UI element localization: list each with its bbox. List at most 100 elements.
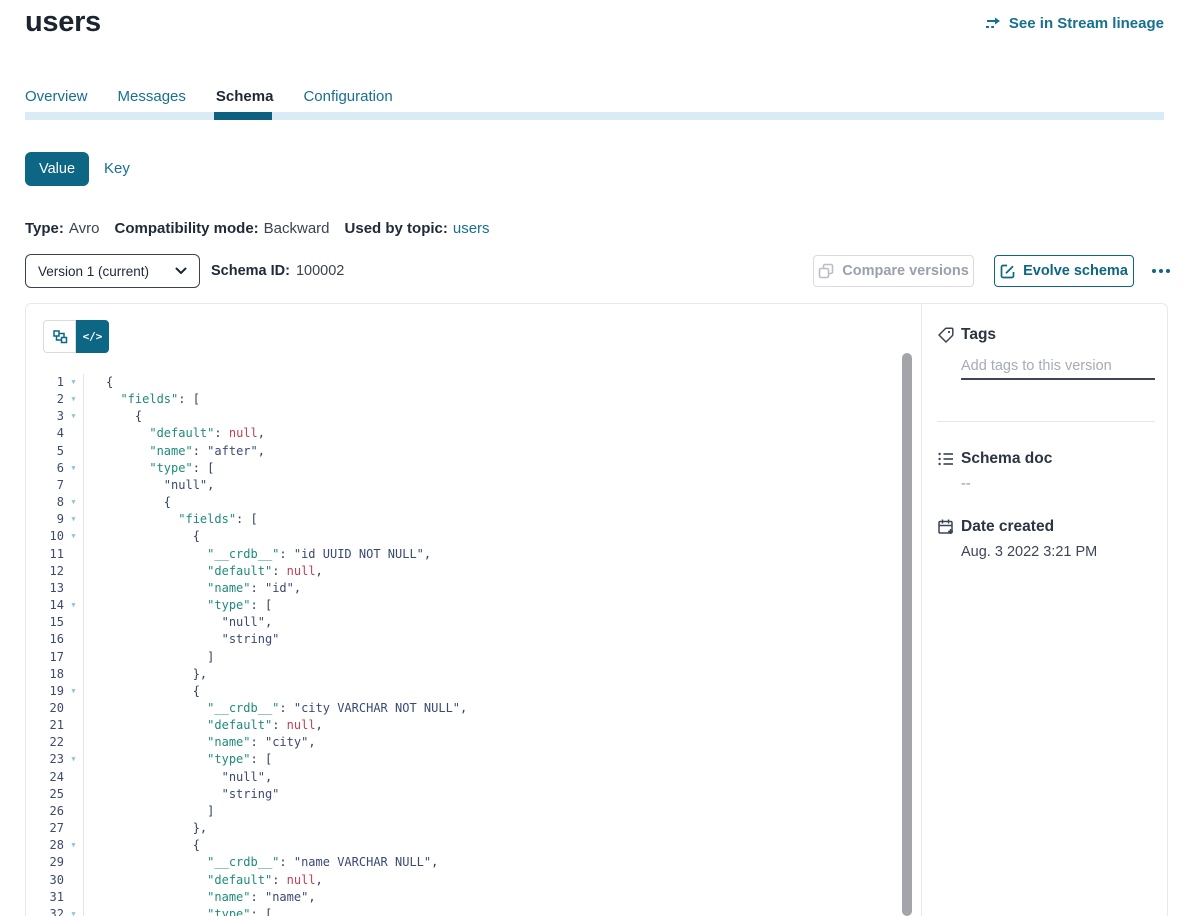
line-number: 3 xyxy=(26,408,64,425)
code-line: 29 "__crdb__": "name VARCHAR NULL", xyxy=(26,854,920,871)
date-created-value: Aug. 3 2022 3:21 PM xyxy=(961,544,1097,560)
fold-toggle-icon[interactable]: ▼ xyxy=(64,683,83,700)
code-text: "null", xyxy=(83,769,272,786)
line-number: 12 xyxy=(26,563,64,580)
schema-meta-row: Type: Avro Compatibility mode: Backward … xyxy=(25,220,490,237)
code-text: "default": null, xyxy=(83,425,265,442)
line-number: 11 xyxy=(26,546,64,563)
code-line: 15 "null", xyxy=(26,614,920,631)
code-text: "type": [ xyxy=(83,751,272,768)
evolve-schema-button[interactable]: Evolve schema xyxy=(994,255,1134,287)
topic-link[interactable]: users xyxy=(453,220,490,237)
tab-schema[interactable]: Schema xyxy=(216,88,274,105)
stream-lineage-icon xyxy=(985,16,1002,31)
compatibility-value: Backward xyxy=(264,220,330,237)
used-by-topic-label: Used by topic: xyxy=(345,220,448,237)
tab-configuration[interactable]: Configuration xyxy=(303,88,392,105)
line-number: 20 xyxy=(26,700,64,717)
code-line: 2▼ "fields": [ xyxy=(26,391,920,408)
see-in-stream-lineage-link[interactable]: See in Stream lineage xyxy=(985,15,1164,32)
code-text: "default": null, xyxy=(83,563,323,580)
schema-doc-value: -- xyxy=(961,476,971,492)
fold-toggle-icon[interactable]: ▼ xyxy=(64,751,83,768)
tree-view-icon xyxy=(52,329,68,345)
fold-toggle-icon[interactable]: ▼ xyxy=(64,597,83,614)
code-text: "null", xyxy=(83,477,214,494)
line-number: 15 xyxy=(26,614,64,631)
line-number: 26 xyxy=(26,803,64,820)
line-number: 16 xyxy=(26,631,64,648)
line-number: 13 xyxy=(26,580,64,597)
version-select[interactable]: Version 1 (current) xyxy=(25,254,200,288)
fold-toggle-icon[interactable]: ▼ xyxy=(64,374,83,391)
fold-toggle-icon[interactable]: ▼ xyxy=(64,511,83,528)
code-text: "null", xyxy=(83,614,272,631)
code-text: { xyxy=(83,374,113,391)
type-label: Type: xyxy=(25,220,64,237)
fold-toggle-icon[interactable]: ▼ xyxy=(64,408,83,425)
tab-underline-track xyxy=(25,112,1164,120)
schema-doc-icon xyxy=(937,450,955,468)
sidebar-rule xyxy=(937,421,1155,422)
code-text: "fields": [ xyxy=(83,391,200,408)
code-line: 3▼ { xyxy=(26,408,920,425)
fold-toggle-icon[interactable]: ▼ xyxy=(64,837,83,854)
code-text: "type": [ xyxy=(83,597,272,614)
key-toggle-button[interactable]: Key xyxy=(104,160,130,177)
fold-toggle-icon[interactable]: ▼ xyxy=(64,906,83,916)
code-scrollbar[interactable] xyxy=(902,353,912,916)
schema-id: Schema ID: 100002 xyxy=(211,263,344,279)
code-text: "type": [ xyxy=(83,906,272,916)
value-toggle-button[interactable]: Value xyxy=(25,152,89,186)
code-text: "string" xyxy=(83,631,279,648)
fold-toggle-icon[interactable]: ▼ xyxy=(64,460,83,477)
line-number: 17 xyxy=(26,649,64,666)
code-text: "string" xyxy=(83,786,279,803)
tree-view-button[interactable] xyxy=(43,320,76,353)
fold-toggle-icon[interactable]: ▼ xyxy=(64,494,83,511)
fold-toggle-icon[interactable]: ▼ xyxy=(64,528,83,545)
code-text: ] xyxy=(83,803,214,820)
tags-heading: Tags xyxy=(961,326,996,344)
code-line: 22 "name": "city", xyxy=(26,734,920,751)
code-text: { xyxy=(83,494,171,511)
code-line: 28▼ { xyxy=(26,837,920,854)
line-number: 9 xyxy=(26,511,64,528)
code-line: 25 "string" xyxy=(26,786,920,803)
line-number: 2 xyxy=(26,391,64,408)
type-value: Avro xyxy=(69,220,100,237)
code-line: 10▼ { xyxy=(26,528,920,545)
code-text: { xyxy=(83,408,142,425)
code-line: 21 "default": null, xyxy=(26,717,920,734)
compatibility-label: Compatibility mode: xyxy=(114,220,258,237)
code-line: 18 }, xyxy=(26,666,920,683)
view-toggle: </> xyxy=(43,320,109,353)
code-line: 7 "null", xyxy=(26,477,920,494)
tags-input[interactable] xyxy=(961,354,1155,380)
line-number: 29 xyxy=(26,854,64,871)
code-text: "__crdb__": "name VARCHAR NULL", xyxy=(83,854,438,871)
code-line: 30 "default": null, xyxy=(26,872,920,889)
compare-versions-icon xyxy=(818,263,834,279)
code-line: 9▼ "fields": [ xyxy=(26,511,920,528)
date-created-icon xyxy=(937,518,955,536)
code-line: 20 "__crdb__": "city VARCHAR NOT NULL", xyxy=(26,700,920,717)
code-text: }, xyxy=(83,820,207,837)
code-text: "fields": [ xyxy=(83,511,258,528)
tab-messages[interactable]: Messages xyxy=(118,88,186,105)
code-text: "__crdb__": "city VARCHAR NOT NULL", xyxy=(83,700,467,717)
tab-bar: Overview Messages Schema Configuration xyxy=(25,88,393,105)
fold-toggle-icon[interactable]: ▼ xyxy=(64,391,83,408)
line-number: 23 xyxy=(26,751,64,768)
code-view-button[interactable]: </> xyxy=(76,320,109,353)
date-created-heading: Date created xyxy=(961,518,1054,536)
code-line: 13 "name": "id", xyxy=(26,580,920,597)
tag-icon xyxy=(937,326,955,344)
more-options-button[interactable] xyxy=(1146,255,1176,287)
compare-versions-button[interactable]: Compare versions xyxy=(813,255,974,287)
code-line: 14▼ "type": [ xyxy=(26,597,920,614)
line-number: 31 xyxy=(26,889,64,906)
line-number: 21 xyxy=(26,717,64,734)
code-line: 1▼{ xyxy=(26,374,920,391)
tab-overview[interactable]: Overview xyxy=(25,88,88,105)
